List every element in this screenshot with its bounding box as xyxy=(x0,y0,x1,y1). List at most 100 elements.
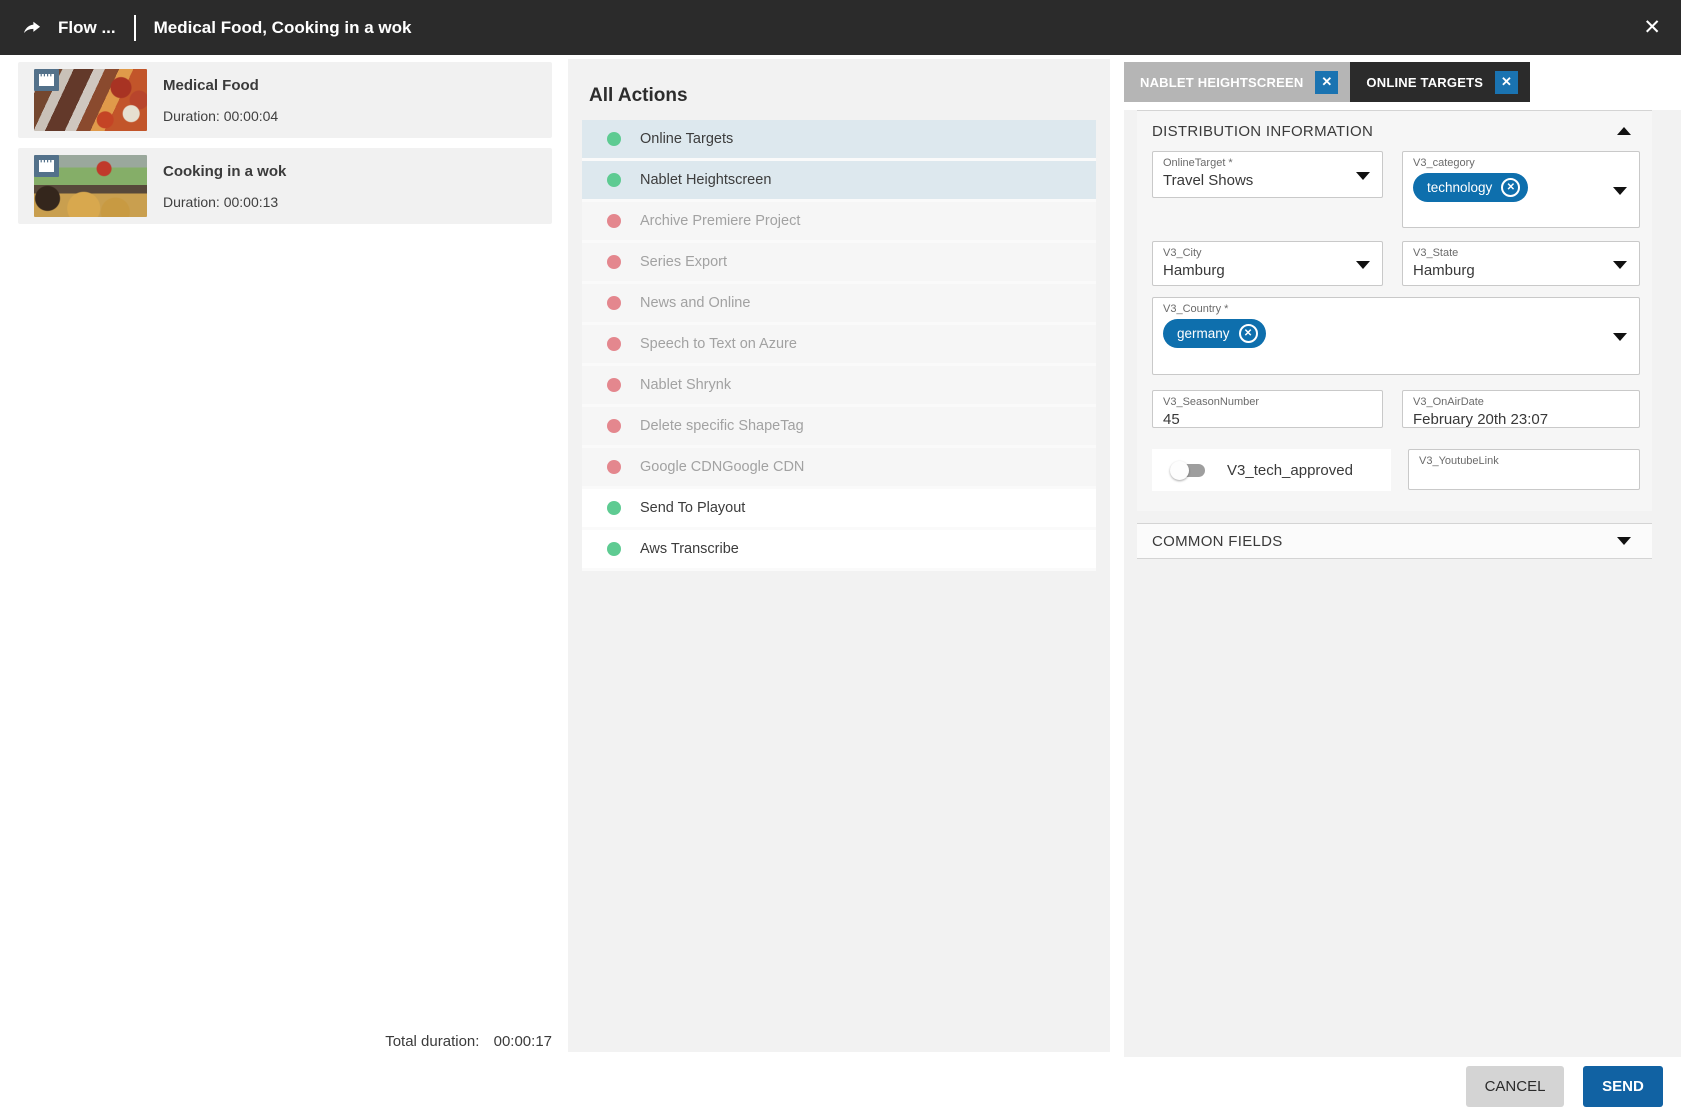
close-icon[interactable]: ✕ xyxy=(1643,17,1661,38)
tab-online-targets[interactable]: ONLINE TARGETS ✕ xyxy=(1350,62,1530,102)
status-dot-red xyxy=(607,419,621,433)
field-value: 45 xyxy=(1163,411,1372,428)
total-duration-label: Total duration: xyxy=(385,1033,479,1050)
action-label: Delete specific ShapeTag xyxy=(640,418,804,434)
action-row[interactable]: Nablet Heightscreen xyxy=(582,161,1096,202)
total-duration: Total duration: 00:00:17 xyxy=(18,1033,552,1050)
field-on-air-date[interactable]: V3_OnAirDate February 20th 23:07 xyxy=(1402,390,1640,428)
field-label: V3_YoutubeLink xyxy=(1419,455,1629,467)
action-row[interactable]: Delete specific ShapeTag xyxy=(582,407,1096,448)
clip-duration: Duration: 00:00:04 xyxy=(163,108,278,124)
field-city[interactable]: V3_City Hamburg xyxy=(1152,241,1383,286)
action-row[interactable]: Archive Premiere Project xyxy=(582,202,1096,243)
field-label: V3_SeasonNumber xyxy=(1163,396,1372,408)
action-row[interactable]: Speech to Text on Azure xyxy=(582,325,1096,366)
film-icon xyxy=(34,155,59,177)
clip-title: Cooking in a wok xyxy=(163,163,286,180)
action-label: Nablet Heightscreen xyxy=(640,172,771,188)
chevron-down-icon[interactable] xyxy=(1356,261,1370,269)
chip-remove-icon[interactable]: ✕ xyxy=(1501,178,1520,197)
field-online-target[interactable]: OnlineTarget * Travel Shows xyxy=(1152,151,1383,198)
status-dot-green xyxy=(607,173,621,187)
field-label: V3_City xyxy=(1163,247,1372,259)
expand-icon[interactable] xyxy=(1617,537,1631,545)
action-label: Aws Transcribe xyxy=(640,541,739,557)
dialog-footer: CANCEL SEND xyxy=(0,1057,1681,1119)
page-title: Medical Food, Cooking in a wok xyxy=(154,18,412,38)
field-value: Hamburg xyxy=(1163,262,1372,279)
status-dot-green xyxy=(607,132,621,146)
status-dot-red xyxy=(607,296,621,310)
status-dot-red xyxy=(607,378,621,392)
field-label: V3_tech_approved xyxy=(1227,462,1353,479)
clip-list: Medical Food Duration: 00:00:04 Cooking in… xyxy=(18,62,552,234)
details-panel: NABLET HEIGHTSCREEN ✕ ONLINE TARGETS ✕ D… xyxy=(1124,55,1681,1057)
section-distribution-header[interactable]: DISTRIBUTION INFORMATION xyxy=(1137,111,1652,151)
clip-card[interactable]: Medical Food Duration: 00:00:04 xyxy=(18,62,552,138)
field-label: V3_State xyxy=(1413,247,1629,259)
field-label: V3_category xyxy=(1413,157,1629,169)
chevron-down-icon[interactable] xyxy=(1613,333,1627,341)
tab-label: ONLINE TARGETS xyxy=(1366,75,1483,90)
tab-close-icon[interactable]: ✕ xyxy=(1315,71,1338,94)
send-button[interactable]: SEND xyxy=(1583,1066,1663,1107)
action-list: Online Targets Nablet Heightscreen Archive… xyxy=(582,120,1096,571)
field-tech-approved: V3_tech_approved xyxy=(1152,449,1391,491)
action-row[interactable]: News and Online xyxy=(582,284,1096,325)
total-duration-value: 00:00:17 xyxy=(494,1033,552,1050)
section-distribution-information: DISTRIBUTION INFORMATION OnlineTarget * … xyxy=(1137,110,1652,511)
film-icon xyxy=(34,69,59,91)
chip-remove-icon[interactable]: ✕ xyxy=(1239,324,1258,343)
chip-label: germany xyxy=(1177,326,1230,341)
header-divider xyxy=(134,15,136,41)
tab-content: DISTRIBUTION INFORMATION OnlineTarget * … xyxy=(1124,110,1681,1065)
action-label: Series Export xyxy=(640,254,727,270)
action-row[interactable]: Series Export xyxy=(582,243,1096,284)
action-label: Speech to Text on Azure xyxy=(640,336,797,352)
toggle-knob xyxy=(1170,461,1189,480)
tab-strip: NABLET HEIGHTSCREEN ✕ ONLINE TARGETS ✕ xyxy=(1124,55,1681,102)
clip-info: Medical Food Duration: 00:00:04 xyxy=(163,77,278,124)
tab-nablet-heightscreen[interactable]: NABLET HEIGHTSCREEN ✕ xyxy=(1124,62,1350,102)
action-row[interactable]: Aws Transcribe xyxy=(582,530,1096,571)
action-label: Archive Premiere Project xyxy=(640,213,800,229)
clip-thumbnail xyxy=(34,155,147,217)
status-dot-red xyxy=(607,460,621,474)
tab-close-icon[interactable]: ✕ xyxy=(1495,71,1518,94)
field-value: February 20th 23:07 xyxy=(1413,411,1629,428)
action-row[interactable]: Nablet Shrynk xyxy=(582,366,1096,407)
collapse-icon[interactable] xyxy=(1617,127,1631,135)
status-dot-red xyxy=(607,255,621,269)
field-country[interactable]: V3_Country * germany ✕ xyxy=(1152,297,1640,375)
field-state[interactable]: V3_State Hamburg xyxy=(1402,241,1640,286)
field-value: Hamburg xyxy=(1413,262,1629,279)
action-row[interactable]: Online Targets xyxy=(582,120,1096,161)
cancel-button[interactable]: CANCEL xyxy=(1466,1066,1564,1107)
app-label: Flow ... xyxy=(58,18,116,38)
category-chip: technology ✕ xyxy=(1413,173,1528,202)
action-label: Send To Playout xyxy=(640,500,745,516)
field-label: V3_OnAirDate xyxy=(1413,396,1629,408)
action-row[interactable]: Google CDNGoogle CDN xyxy=(582,448,1096,489)
clip-card[interactable]: Cooking in a wok Duration: 00:00:13 xyxy=(18,148,552,224)
field-youtube-link[interactable]: V3_YoutubeLink xyxy=(1408,449,1640,490)
field-value: Travel Shows xyxy=(1163,172,1372,189)
tech-approved-toggle[interactable] xyxy=(1172,464,1205,477)
chevron-down-icon[interactable] xyxy=(1613,261,1627,269)
clip-duration: Duration: 00:00:13 xyxy=(163,194,286,210)
field-season-number[interactable]: V3_SeasonNumber 45 xyxy=(1152,390,1383,428)
field-category[interactable]: V3_category technology ✕ xyxy=(1402,151,1640,228)
action-row[interactable]: Send To Playout xyxy=(582,489,1096,530)
clip-title: Medical Food xyxy=(163,77,278,94)
status-dot-green xyxy=(607,542,621,556)
section-common-fields-header[interactable]: COMMON FIELDS xyxy=(1137,523,1652,559)
clip-info: Cooking in a wok Duration: 00:00:13 xyxy=(163,163,286,210)
chevron-down-icon[interactable] xyxy=(1356,172,1370,180)
country-chip: germany ✕ xyxy=(1163,319,1266,348)
chip-label: technology xyxy=(1427,180,1492,195)
chevron-down-icon[interactable] xyxy=(1613,187,1627,195)
actions-title: All Actions xyxy=(589,85,1110,107)
action-label: News and Online xyxy=(640,295,750,311)
field-label: OnlineTarget * xyxy=(1163,157,1372,169)
status-dot-red xyxy=(607,337,621,351)
